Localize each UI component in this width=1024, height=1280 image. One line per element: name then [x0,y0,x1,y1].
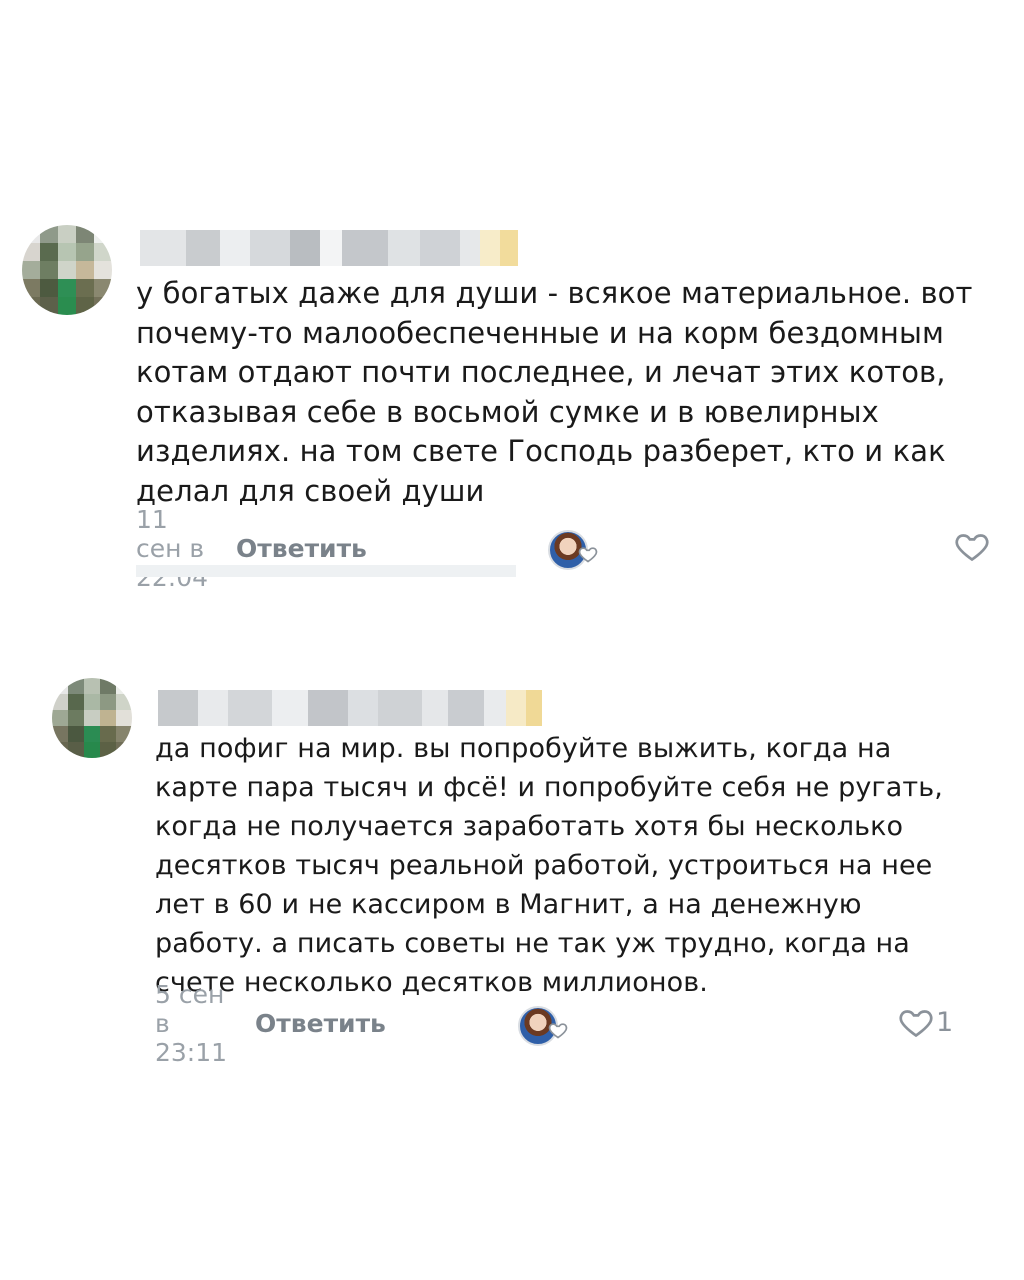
comment-meta: 5 сен в 23:11 Ответить [155,980,386,1067]
comment-date[interactable]: 5 сен в 23:11 [155,980,227,1067]
divider [136,565,516,577]
like-button[interactable]: 1 [898,1004,953,1040]
like-count: 1 [936,1006,954,1038]
comment-text: у богатых даже для души - всякое материа… [136,276,973,508]
comment-meta: 11 сен в 22:04 Ответить [136,505,367,592]
reply-button[interactable]: Ответить [255,1009,386,1038]
heart-outline-icon[interactable] [898,1004,934,1040]
comment-text: да пофиг на мир. вы попробуйте выжить, к… [155,733,943,998]
author-name-redacted[interactable] [140,230,518,266]
reply-button[interactable]: Ответить [236,534,367,563]
author-name-redacted[interactable] [158,690,542,726]
avatar[interactable] [52,678,132,758]
mini-heart-icon [578,547,598,563]
like-button[interactable] [954,528,992,564]
mini-heart-icon [548,1023,568,1039]
avatar[interactable] [22,225,112,315]
comment-date[interactable]: 11 сен в 22:04 [136,505,208,592]
heart-outline-icon[interactable] [954,528,990,564]
